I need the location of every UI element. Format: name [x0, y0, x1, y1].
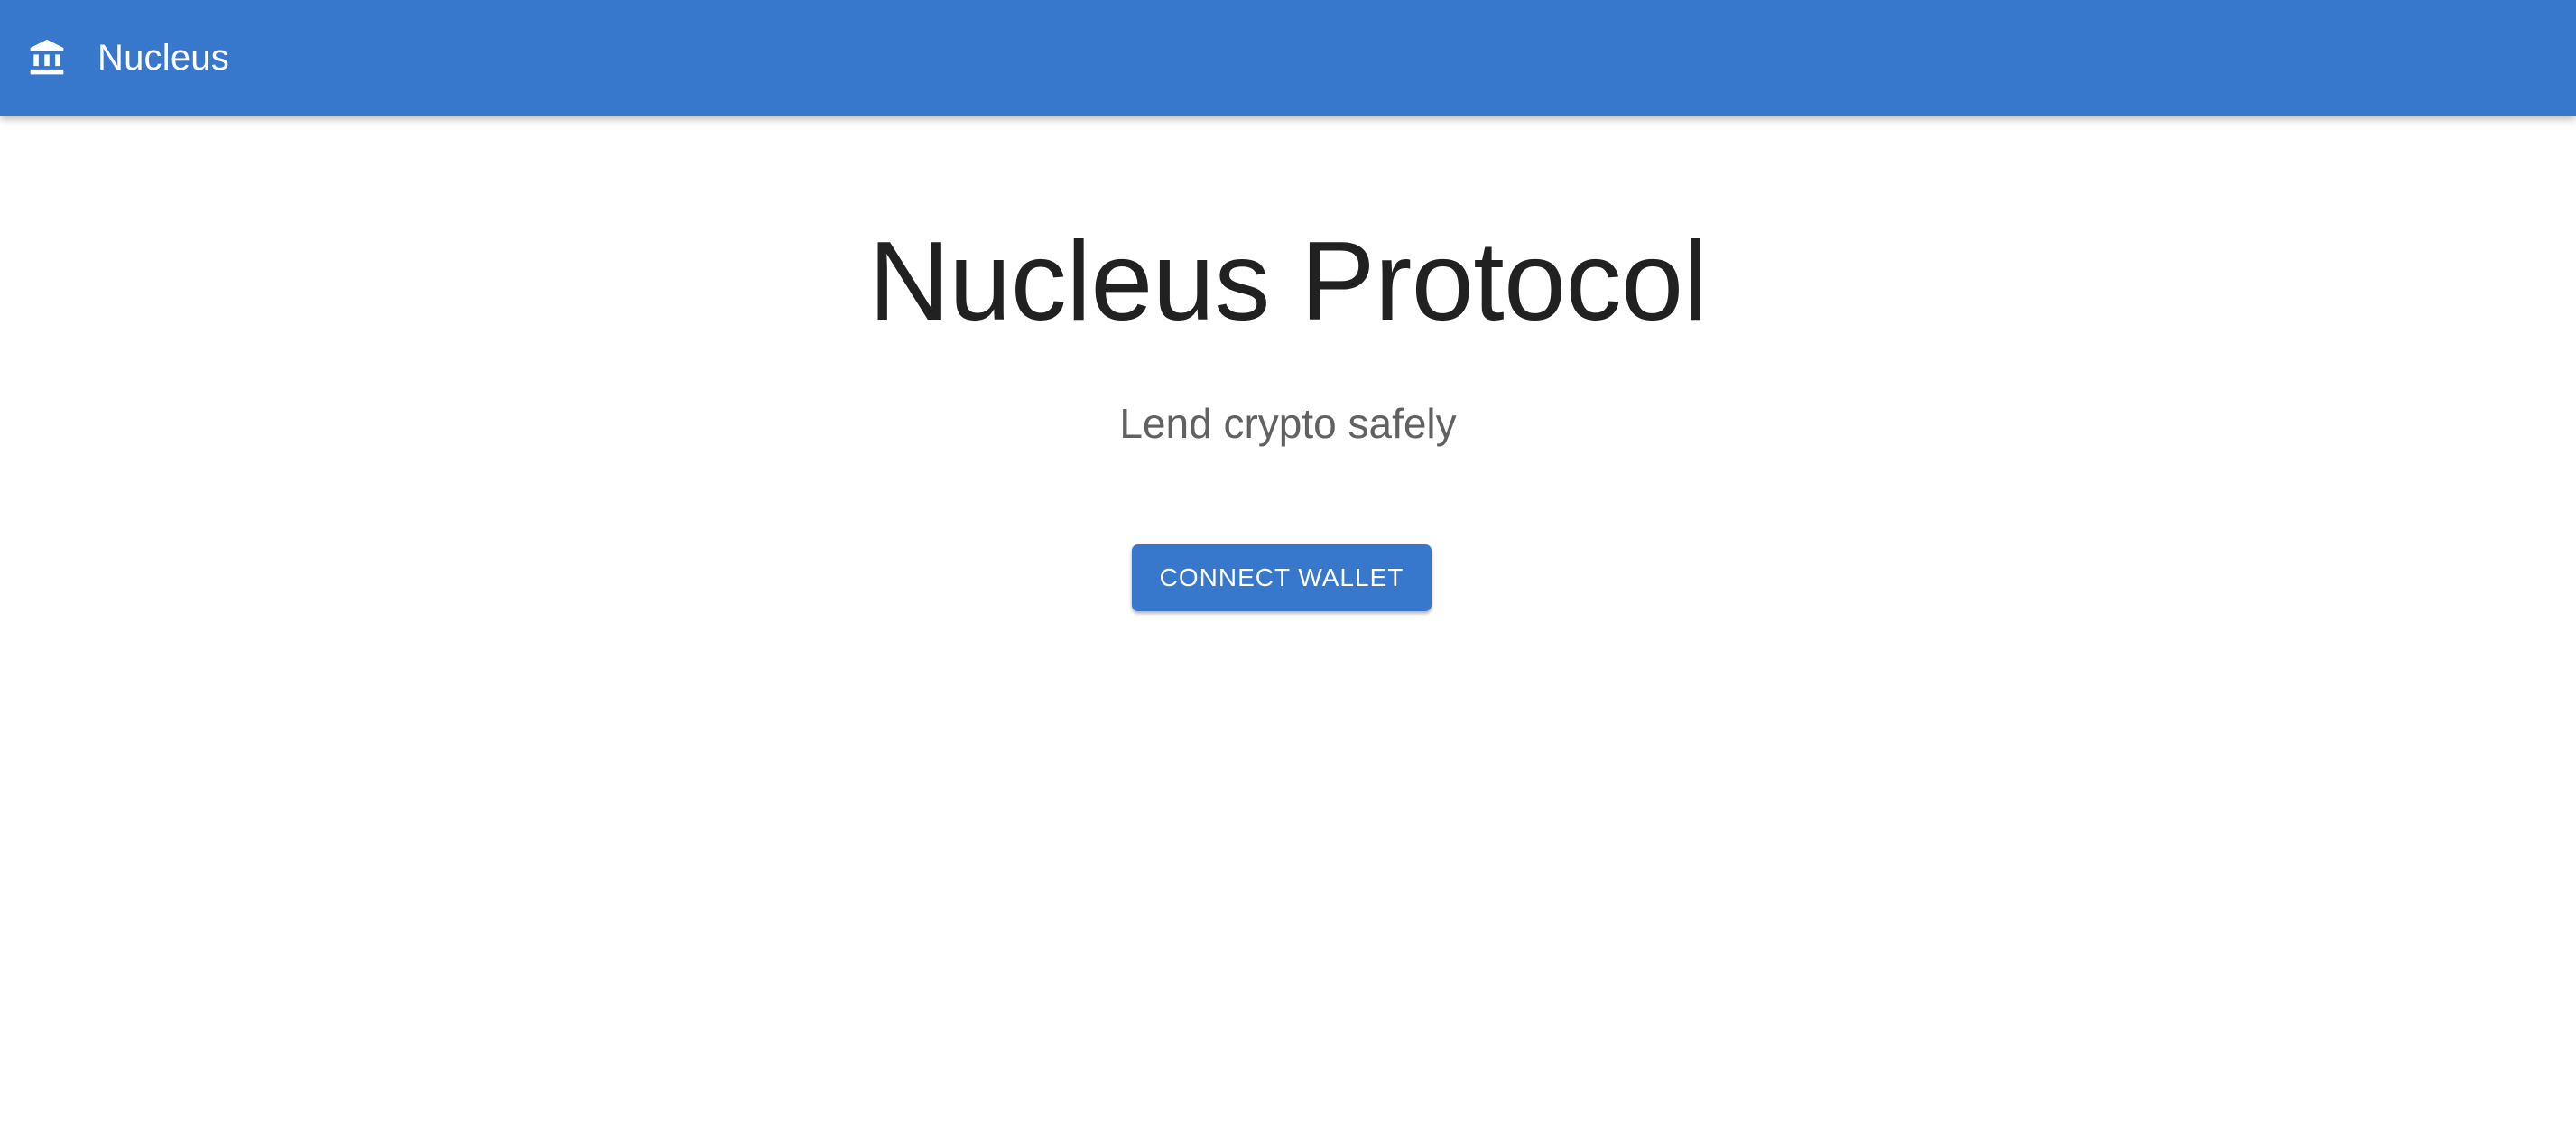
page-title: Nucleus Protocol: [868, 219, 1708, 344]
app-bar: Nucleus: [0, 0, 2576, 116]
brand-name[interactable]: Nucleus: [97, 38, 229, 79]
bank-icon: [27, 38, 67, 78]
page-subtitle: Lend crypto safely: [1119, 400, 1457, 447]
connect-wallet-button[interactable]: CONNECT WALLET: [1132, 544, 1432, 611]
